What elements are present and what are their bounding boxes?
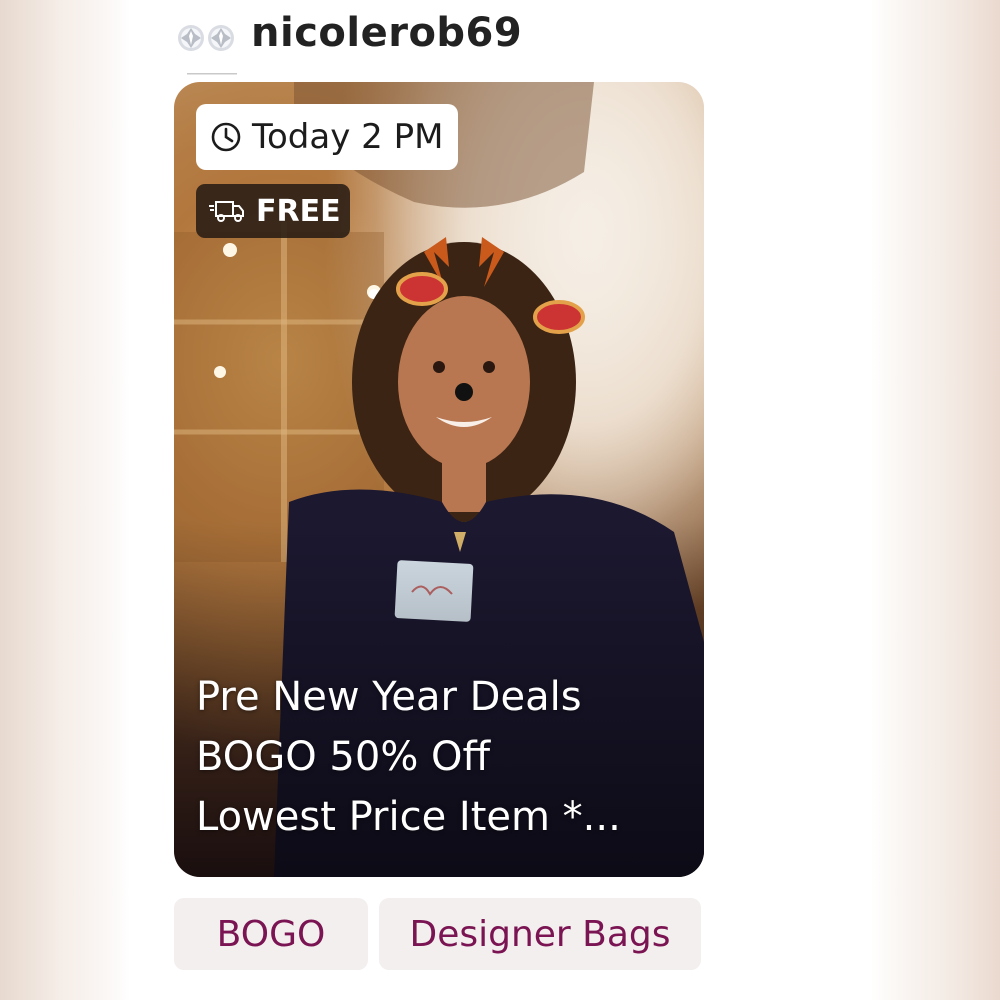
seller-username[interactable]: nicolerob69 <box>251 10 522 56</box>
seller-avatar[interactable] <box>175 16 237 75</box>
start-time-label: Today 2 PM <box>252 117 444 157</box>
show-title-line: Lowest Price Item *... <box>196 794 621 840</box>
tag-bogo[interactable]: BOGO <box>174 898 368 970</box>
show-thumbnail-card[interactable]: Today 2 PM FREE Pre New Year Deals BOGO … <box>174 82 704 877</box>
clock-icon <box>211 122 241 152</box>
truck-icon <box>209 201 244 222</box>
free-shipping-label: FREE <box>256 193 341 229</box>
avatar-caption-line <box>187 72 247 76</box>
start-time-badge: Today 2 PM <box>196 104 458 170</box>
show-title-line: BOGO 50% Off <box>196 734 491 780</box>
show-tags: BOGO Designer Bags <box>174 898 734 970</box>
seller-header: nicolerob69 <box>175 8 735 75</box>
show-title-line: Pre New Year Deals <box>196 674 582 720</box>
diamond-earrings-icon <box>178 25 234 51</box>
free-shipping-badge: FREE <box>196 184 350 238</box>
show-title: Pre New Year Deals BOGO 50% Off Lowest P… <box>196 667 696 847</box>
tag-designer-bags[interactable]: Designer Bags <box>379 898 701 970</box>
